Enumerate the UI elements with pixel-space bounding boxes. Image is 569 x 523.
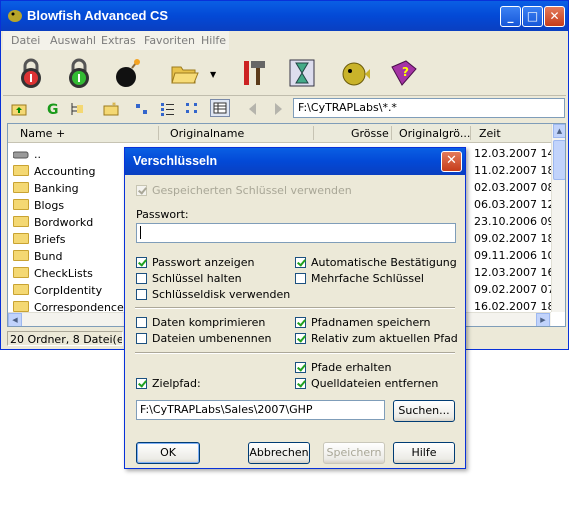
column-name[interactable]: Name + xyxy=(20,127,65,140)
time-cell: 11.02.2007 18: xyxy=(474,164,559,177)
text-cursor xyxy=(140,226,141,239)
list-item[interactable]: CheckLists xyxy=(12,265,122,282)
separator xyxy=(135,352,455,354)
tools-icon[interactable] xyxy=(238,57,270,89)
time-cell: 02.03.2007 08: xyxy=(474,181,559,194)
menu-extras[interactable]: Extras xyxy=(101,34,136,47)
list-item[interactable]: Banking xyxy=(12,180,122,197)
scroll-up-icon[interactable]: ▲ xyxy=(553,124,565,138)
maximize-button[interactable]: □ xyxy=(522,6,543,27)
svg-text:G: G xyxy=(47,102,59,117)
forward-icon[interactable] xyxy=(270,101,286,117)
time-cell: 06.03.2007 12: xyxy=(474,198,559,211)
hourglass-icon[interactable] xyxy=(286,57,318,89)
encrypt-dialog: Verschlüsseln ✕ Gespeicherten Schlüssel … xyxy=(124,147,466,469)
column-size[interactable]: Grösse xyxy=(351,127,389,140)
close-button[interactable]: ✕ xyxy=(544,6,565,27)
title-bar[interactable]: Blowfish Advanced CS _ □ ✕ xyxy=(1,1,568,31)
list-item[interactable]: CorpIdentity xyxy=(12,282,122,299)
view-report-icon[interactable] xyxy=(210,99,230,117)
view-small-icon[interactable] xyxy=(135,101,151,117)
column-time[interactable]: Zeit xyxy=(479,127,501,140)
dialog-close-button[interactable]: ✕ xyxy=(441,151,462,172)
new-folder-icon[interactable]: * xyxy=(103,101,119,117)
list-item[interactable]: Blogs xyxy=(12,197,122,214)
scroll-right-icon[interactable]: ▶ xyxy=(536,313,550,326)
minimize-button[interactable]: _ xyxy=(500,6,521,27)
list-item[interactable]: Bund xyxy=(12,248,122,265)
time-cell: 09.02.2007 07: xyxy=(474,283,559,296)
vertical-scrollbar[interactable]: ▲ xyxy=(551,124,565,312)
list-item[interactable]: Bordworkd xyxy=(12,214,122,231)
lock-closed-icon[interactable] xyxy=(15,57,47,89)
scroll-left-icon[interactable]: ◀ xyxy=(8,313,22,326)
view-list-icon[interactable] xyxy=(160,101,176,117)
window-title: Blowfish Advanced CS xyxy=(27,8,169,23)
search-button[interactable]: Suchen... xyxy=(393,400,455,422)
folder-open-icon[interactable] xyxy=(169,57,201,89)
password-label: Passwort: xyxy=(136,208,189,221)
column-header: Name + Originalname Grösse Originalgrö..… xyxy=(8,124,551,143)
bomb-icon[interactable] xyxy=(111,57,143,89)
target-path-input[interactable]: F:\CyTRAPLabs\Sales\2007\GHP xyxy=(136,400,385,420)
drive-icon xyxy=(12,149,29,159)
save-button[interactable]: Speichern xyxy=(323,442,385,464)
ok-button[interactable]: OK xyxy=(136,442,200,464)
blowfish-app-icon xyxy=(7,7,23,23)
chevron-down-icon[interactable]: ▼ xyxy=(210,70,216,79)
time-cell: 09.11.2006 10: xyxy=(474,249,559,262)
folder-icon xyxy=(13,165,29,176)
menu-bar: Datei Auswahl Extras Favoriten Hilfe xyxy=(3,31,229,50)
svg-text:*: * xyxy=(112,101,116,110)
folder-icon xyxy=(13,182,29,193)
column-originalname[interactable]: Originalname xyxy=(170,127,244,140)
help-book-icon[interactable]: ? xyxy=(388,57,420,89)
folder-icon xyxy=(13,216,29,227)
list-item[interactable]: Briefs xyxy=(12,231,122,248)
status-text: 20 Ordner, 8 Datei(en) xyxy=(7,331,123,346)
time-cell: 23.10.2006 09: xyxy=(474,215,559,228)
refresh-icon[interactable]: G xyxy=(45,101,61,118)
password-field[interactable] xyxy=(136,223,456,243)
back-icon[interactable] xyxy=(245,101,261,117)
folder-icon xyxy=(13,233,29,244)
list-item[interactable]: Accounting xyxy=(12,163,122,180)
menu-datei[interactable]: Datei xyxy=(11,34,40,47)
scroll-thumb[interactable] xyxy=(553,140,565,180)
menu-auswahl[interactable]: Auswahl xyxy=(50,34,96,47)
tree-icon[interactable] xyxy=(69,101,85,117)
time-cell: 12.03.2007 16: xyxy=(474,266,559,279)
dialog-title: Verschlüsseln xyxy=(133,154,218,168)
menu-favoriten[interactable]: Favoriten xyxy=(144,34,195,47)
lock-open-icon[interactable] xyxy=(63,57,95,89)
folder-icon xyxy=(13,199,29,210)
cancel-button[interactable]: Abbrechen xyxy=(248,442,310,464)
time-cell: 12.03.2007 14: xyxy=(474,147,559,160)
view-details-icon[interactable] xyxy=(185,101,201,117)
dialog-title-bar[interactable]: Verschlüsseln ✕ xyxy=(125,148,465,175)
column-original-size[interactable]: Originalgrö... xyxy=(399,127,470,140)
svg-text:?: ? xyxy=(402,65,409,79)
time-cell: 09.02.2007 18: xyxy=(474,232,559,245)
menu-hilfe[interactable]: Hilfe xyxy=(201,34,226,47)
folder-icon xyxy=(13,250,29,261)
help-button[interactable]: Hilfe xyxy=(393,442,455,464)
folder-icon xyxy=(13,284,29,295)
main-toolbar: ▼ ? xyxy=(3,51,566,96)
blowfish-icon[interactable] xyxy=(339,57,371,89)
folder-icon xyxy=(13,301,29,312)
separator xyxy=(135,307,455,309)
list-item[interactable]: .. xyxy=(12,146,122,163)
path-input[interactable]: F:\CyTRAPLabs\*.* xyxy=(293,98,565,118)
folder-icon xyxy=(13,267,29,278)
up-folder-icon[interactable] xyxy=(11,101,27,117)
